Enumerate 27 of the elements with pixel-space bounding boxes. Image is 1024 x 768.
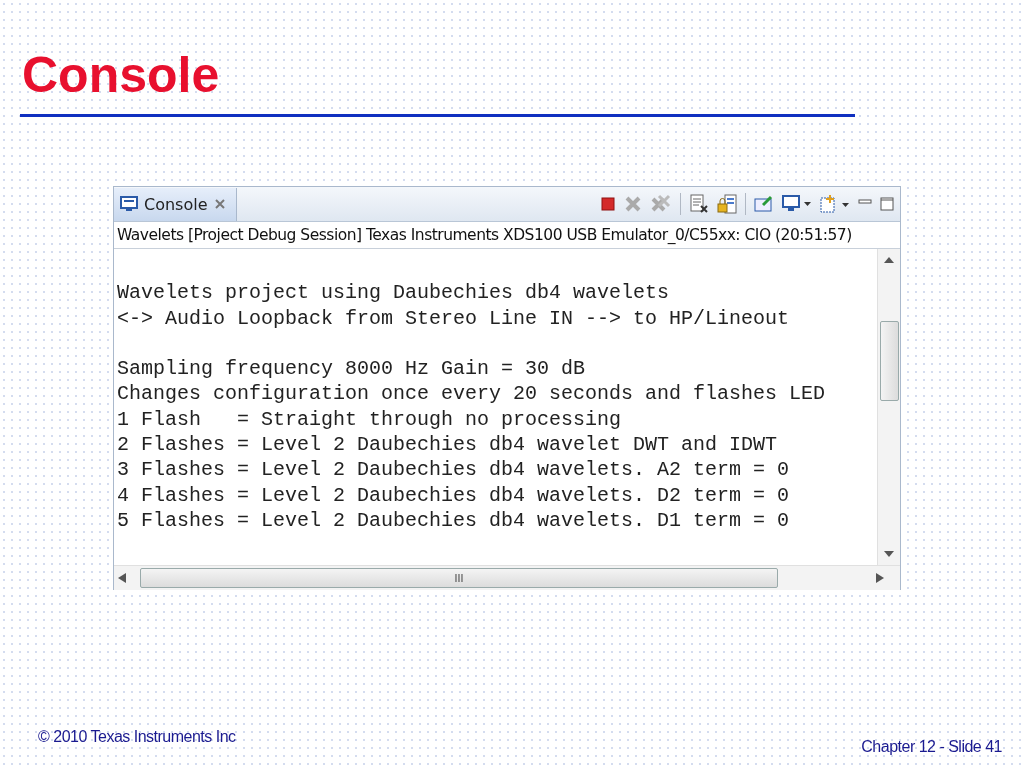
maximize-icon[interactable] xyxy=(880,197,894,211)
scroll-up-icon[interactable] xyxy=(884,257,894,263)
close-icon[interactable] xyxy=(213,198,226,210)
console-line: 4 Flashes = Level 2 Daubechies db4 wavelets. D2 term = 0 xyxy=(117,482,790,508)
monitor-dropdown-icon[interactable] xyxy=(782,195,812,213)
console-line: 5 Flashes = Level 2 Daubechies db4 wavelets. D1 term = 0 xyxy=(117,507,790,534)
console-line: Sampling frequency 8000 Hz Gain = 30 dB xyxy=(117,356,586,382)
console-line: Changes configuration once every 20 seconds and flashes LED xyxy=(117,381,826,407)
console-line: <-> Audio Loopback from Stereo Line IN --> to HP/Lineout xyxy=(117,305,790,331)
scrollbar-thumb[interactable] xyxy=(880,321,899,401)
scroll-down-icon[interactable] xyxy=(884,551,894,557)
lock-icon[interactable] xyxy=(717,194,737,214)
slide-number: Chapter 12 - Slide 41 xyxy=(861,738,1002,756)
session-title: Wavelets [Project Debug Session] Texas Instruments XDS100 USB Emulator_0/C55xx: CIO (20:51:57) xyxy=(114,222,900,249)
stop-icon[interactable] xyxy=(600,196,616,212)
console-tab[interactable]: Console xyxy=(114,187,237,221)
document-icon[interactable] xyxy=(689,194,709,214)
console-line: 2 Flashes = Level 2 Daubechies db4 wavelet DWT and IDWT xyxy=(117,432,778,458)
scrollbar-thumb[interactable]: III xyxy=(140,568,778,588)
console-line: 3 Flashes = Level 2 Daubechies db4 wavelets. A2 term = 0 xyxy=(117,457,790,483)
slide-title: Console xyxy=(22,46,220,104)
scroll-right-icon[interactable] xyxy=(876,573,884,583)
monitor-icon xyxy=(120,196,138,212)
copyright-text: © 2010 Texas Instruments Inc xyxy=(38,728,236,746)
console-line: 1 Flash = Straight through no processing xyxy=(117,406,622,433)
scroll-left-icon[interactable] xyxy=(118,573,126,583)
console-line: Wavelets project using Daubechies db4 wavelets xyxy=(117,280,670,306)
